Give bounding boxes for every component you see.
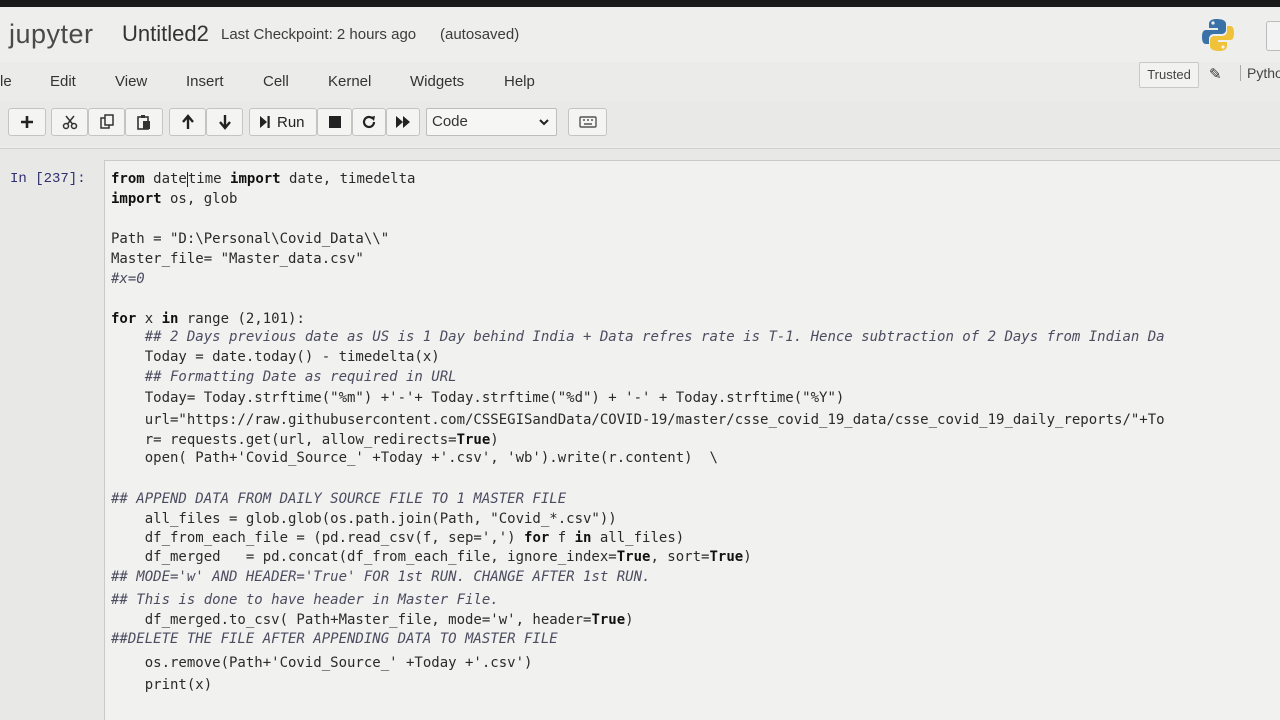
cell-type-value: Code bbox=[432, 113, 468, 130]
jupyter-logo[interactable]: jupyter bbox=[9, 19, 94, 50]
keyboard-icon bbox=[578, 116, 597, 128]
plus-icon bbox=[21, 116, 33, 128]
python-logo-icon bbox=[1202, 19, 1234, 51]
checkpoint-status: Last Checkpoint: 2 hours ago bbox=[221, 26, 417, 43]
code-line: Master_file= "Master_data.csv" bbox=[111, 251, 364, 267]
pencil-icon[interactable]: ✎ bbox=[1209, 65, 1222, 83]
code-line: ##DELETE THE FILE AFTER APPENDING DATA T… bbox=[111, 631, 558, 647]
logout-button[interactable] bbox=[1266, 21, 1280, 51]
code-line: ## MODE='w' AND HEADER='True' FOR 1st RU… bbox=[111, 569, 651, 585]
run-button[interactable]: Run bbox=[249, 108, 317, 136]
restart-run-all-button[interactable] bbox=[386, 108, 420, 136]
cell-type-select[interactable]: Code bbox=[426, 108, 557, 136]
insert-cell-button[interactable] bbox=[8, 108, 46, 136]
menu-kernel[interactable]: Kernel bbox=[328, 73, 371, 90]
paste-icon bbox=[137, 115, 150, 130]
notebook-header: jupyter Untitled2 Last Checkpoint: 2 hou… bbox=[0, 7, 1280, 62]
code-editor[interactable]: from datetime import date, timedelta imp… bbox=[111, 169, 1165, 693]
menu-widgets[interactable]: Widgets bbox=[410, 73, 464, 90]
code-line: print(x) bbox=[111, 677, 213, 693]
code-line: Path = "D:\Personal\Covid_Data\\" bbox=[111, 231, 390, 247]
fast-forward-icon bbox=[396, 116, 410, 128]
restart-kernel-button[interactable] bbox=[352, 108, 386, 136]
autosave-status: (autosaved) bbox=[440, 26, 520, 43]
menubar: le Edit View Insert Cell Kernel Widgets … bbox=[0, 62, 1280, 103]
notebook-title[interactable]: Untitled2 bbox=[122, 21, 209, 47]
chevron-down-icon bbox=[539, 119, 549, 126]
code-line: Today = date.today() - timedelta(x) bbox=[111, 349, 440, 365]
code-line: ## This is done to have header in Master… bbox=[111, 592, 499, 608]
text-cursor bbox=[186, 171, 188, 187]
code-line: Today= Today.strftime("%m") +'-'+ Today.… bbox=[111, 390, 845, 406]
menu-cell[interactable]: Cell bbox=[263, 73, 289, 90]
kernel-indicator: Pytho bbox=[1240, 65, 1280, 81]
menu-file[interactable]: le bbox=[0, 73, 12, 90]
cut-button[interactable] bbox=[51, 108, 88, 136]
arrow-up-icon bbox=[181, 114, 194, 129]
code-line: ## APPEND DATA FROM DAILY SOURCE FILE TO… bbox=[111, 491, 567, 507]
menu-help[interactable]: Help bbox=[504, 73, 535, 90]
code-line: df_merged = pd.concat(df_from_each_file,… bbox=[111, 549, 752, 565]
code-line: open( Path+'Covid_Source_' +Today +'.csv… bbox=[111, 450, 718, 466]
trusted-indicator[interactable]: Trusted bbox=[1139, 62, 1199, 88]
code-line: all_files = glob.glob(os.path.join(Path,… bbox=[111, 511, 617, 527]
stop-icon bbox=[328, 116, 341, 128]
code-line: df_merged.to_csv( Path+Master_file, mode… bbox=[111, 612, 634, 628]
code-line: r= requests.get(url, allow_redirects=Tru… bbox=[111, 432, 499, 448]
code-line: import os, glob bbox=[111, 191, 238, 207]
move-up-button[interactable] bbox=[169, 108, 206, 136]
move-down-button[interactable] bbox=[206, 108, 243, 136]
code-line: url="https://raw.githubusercontent.com/C… bbox=[111, 412, 1165, 428]
code-line: from datetime import date, timedelta bbox=[111, 171, 416, 187]
scissors-icon bbox=[62, 115, 77, 130]
menu-edit[interactable]: Edit bbox=[50, 73, 76, 90]
restart-icon bbox=[362, 115, 376, 129]
code-line: for x in range (2,101): bbox=[111, 311, 305, 327]
code-line: ## Formatting Date as required in URL bbox=[111, 369, 457, 385]
code-line: os.remove(Path+'Covid_Source_' +Today +'… bbox=[111, 655, 533, 671]
menu-insert[interactable]: Insert bbox=[186, 73, 224, 90]
copy-icon bbox=[99, 114, 114, 129]
code-line: #x=0 bbox=[111, 271, 145, 287]
copy-button[interactable] bbox=[88, 108, 125, 136]
paste-button[interactable] bbox=[125, 108, 163, 136]
code-line: ## 2 Days previous date as US is 1 Day b… bbox=[111, 329, 1165, 345]
menu-view[interactable]: View bbox=[115, 73, 147, 90]
arrow-down-icon bbox=[218, 115, 231, 130]
interrupt-kernel-button[interactable] bbox=[317, 108, 352, 136]
code-line: df_from_each_file = (pd.read_csv(f, sep=… bbox=[111, 530, 685, 546]
screen-top-edge bbox=[0, 0, 1280, 7]
run-button-label: Run bbox=[277, 113, 305, 131]
step-forward-icon bbox=[260, 116, 270, 128]
command-palette-button[interactable] bbox=[568, 108, 607, 136]
cell-prompt: In [237]: bbox=[10, 171, 86, 187]
